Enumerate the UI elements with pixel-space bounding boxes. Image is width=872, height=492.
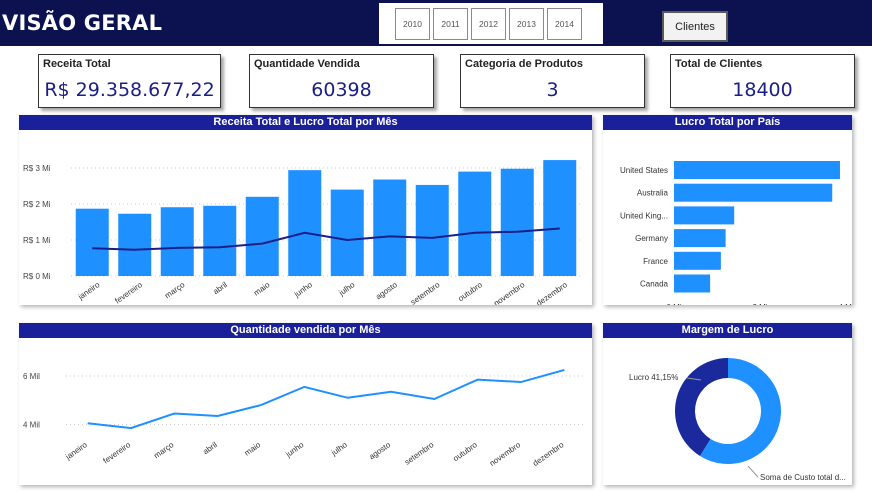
x-tick-label: 0 Mi	[666, 303, 681, 305]
x-tick-label: janeiro	[63, 440, 89, 462]
card-receita-total: Receita Total R$ 29.358.677,22	[38, 54, 221, 108]
x-tick-label: 2 Mi	[752, 303, 767, 305]
x-tick-label: setembro	[409, 280, 442, 305]
panel-margem-lucro: Margem de Lucro Lucro 41,15% Soma de Cust…	[603, 323, 852, 492]
y-tick-label: Australia	[637, 189, 669, 198]
x-tick-label: novembro	[488, 440, 523, 468]
slice-label-custo: Soma de Custo total d...	[760, 473, 846, 482]
x-tick-label: agosto	[374, 280, 399, 301]
bar-lucro-pais	[674, 161, 840, 179]
x-tick-label: setembro	[403, 440, 436, 467]
card-value: 60398	[311, 79, 372, 101]
x-tick-label: novembro	[492, 280, 527, 305]
year-button-2013[interactable]: 2013	[509, 7, 544, 40]
line-quantidade	[87, 368, 565, 430]
card-label: Receita Total	[43, 58, 111, 70]
y-tick-label: R$ 0 Mi	[23, 272, 51, 281]
bar-lucro-pais	[674, 206, 735, 225]
bar-receita	[415, 184, 449, 276]
panel-quantidade-mes: Quantidade vendida por Mês 4 Mil 6 Mil jan…	[19, 323, 592, 485]
card-quantidade-vendida: Quantidade Vendida 60398	[249, 54, 434, 108]
lucro-pais-chart: United States Australia United King... Germ…	[620, 161, 854, 312]
x-tick-label: julho	[329, 440, 349, 458]
x-tick-label: maio	[252, 280, 272, 298]
panel-title: Receita Total e Lucro Total por Mês	[19, 115, 592, 130]
bar-lucro-pais	[674, 183, 833, 202]
bar-lucro-pais	[674, 251, 721, 270]
x-tick-label: abril	[211, 280, 229, 296]
y-tick-label: R$ 1 Mi	[23, 236, 51, 245]
bar-receita	[458, 171, 492, 276]
margem-lucro-chart: Lucro 41,15% Soma de Custo total d... 58,8…	[629, 358, 846, 492]
bar-receita	[203, 205, 237, 276]
page-title: VISÃO GERAL	[2, 11, 163, 35]
x-tick-label: março	[163, 280, 187, 300]
x-tick-label: março	[152, 440, 176, 460]
x-tick-label: outubro	[457, 280, 485, 303]
y-tick-label: Germany	[635, 234, 668, 243]
panel-title: Margem de Lucro	[603, 323, 852, 338]
card-label: Total de Clientes	[675, 58, 763, 70]
card-label: Quantidade Vendida	[254, 58, 360, 70]
donut-slice	[675, 358, 728, 457]
card-value: 3	[546, 79, 559, 101]
panel-title: Quantidade vendida por Mês	[19, 323, 592, 338]
y-tick-label: United King...	[620, 211, 668, 220]
bar-receita	[543, 160, 577, 276]
quantidade-mes-chart: 4 Mil 6 Mil janeiro fevereiro março abril maio…	[23, 368, 586, 468]
year-slicer: 2010 2011 2012 2013 2014	[379, 3, 603, 44]
x-tick-label: dezembro	[535, 280, 570, 305]
bar-receita	[75, 208, 109, 276]
y-tick-label: R$ 3 Mi	[23, 164, 51, 173]
year-button-2014[interactable]: 2014	[547, 7, 582, 40]
card-categoria-produtos: Categoria de Produtos 3	[460, 54, 645, 108]
x-tick-label: outubro	[451, 440, 479, 463]
y-tick-label: R$ 2 Mi	[23, 200, 51, 209]
bar-receita	[330, 189, 364, 276]
bar-lucro-pais	[674, 229, 726, 248]
bar-receita	[373, 179, 407, 276]
x-tick-label: julho	[337, 280, 357, 298]
slice-label-custo-pct: 58,85%	[760, 484, 787, 485]
year-button-2012[interactable]: 2012	[471, 7, 506, 40]
x-tick-label: fevereiro	[113, 280, 144, 305]
y-tick-label: Canada	[640, 280, 669, 289]
x-tick-label: junho	[283, 440, 305, 459]
x-tick-label: dezembro	[531, 440, 566, 468]
receita-lucro-chart: R$ 0 Mi R$ 1 Mi R$ 2 Mi R$ 3 Mi janeiro fever…	[23, 160, 581, 308]
panel-receita-lucro: Receita Total e Lucro Total por Mês R$ 0…	[19, 115, 592, 308]
y-tick-label: 6 Mil	[23, 372, 40, 381]
year-button-2010[interactable]: 2010	[395, 7, 430, 40]
slice-label-lucro: Lucro 41,15%	[629, 373, 678, 382]
x-tick-label: maio	[243, 440, 263, 458]
x-tick-label: agosto	[367, 440, 392, 461]
clientes-button[interactable]: Clientes	[662, 11, 728, 42]
panel-title: Lucro Total por País	[603, 115, 852, 130]
x-tick-label: 4 Mi	[838, 303, 852, 305]
bar-receita	[245, 196, 279, 276]
x-tick-label: fevereiro	[101, 440, 132, 466]
x-tick-label: junho	[292, 280, 314, 299]
y-tick-label: 4 Mil	[23, 420, 40, 429]
card-value: R$ 29.358.677,22	[44, 79, 215, 101]
x-tick-label: abril	[201, 440, 219, 456]
bar-receita	[118, 213, 152, 276]
leader-line	[747, 465, 759, 478]
x-tick-label: janeiro	[76, 280, 102, 302]
bar-receita	[500, 168, 534, 276]
bar-lucro-pais	[674, 274, 711, 293]
y-tick-label: United States	[620, 166, 668, 175]
bar-receita	[160, 207, 194, 276]
bar-receita	[288, 170, 322, 276]
panel-lucro-pais: Lucro Total por País United States Austra…	[603, 115, 854, 312]
year-button-2011[interactable]: 2011	[433, 7, 468, 40]
card-total-clientes: Total de Clientes 18400	[670, 54, 855, 108]
y-tick-label: France	[643, 257, 668, 266]
card-value: 18400	[732, 79, 793, 101]
card-label: Categoria de Produtos	[465, 58, 583, 70]
